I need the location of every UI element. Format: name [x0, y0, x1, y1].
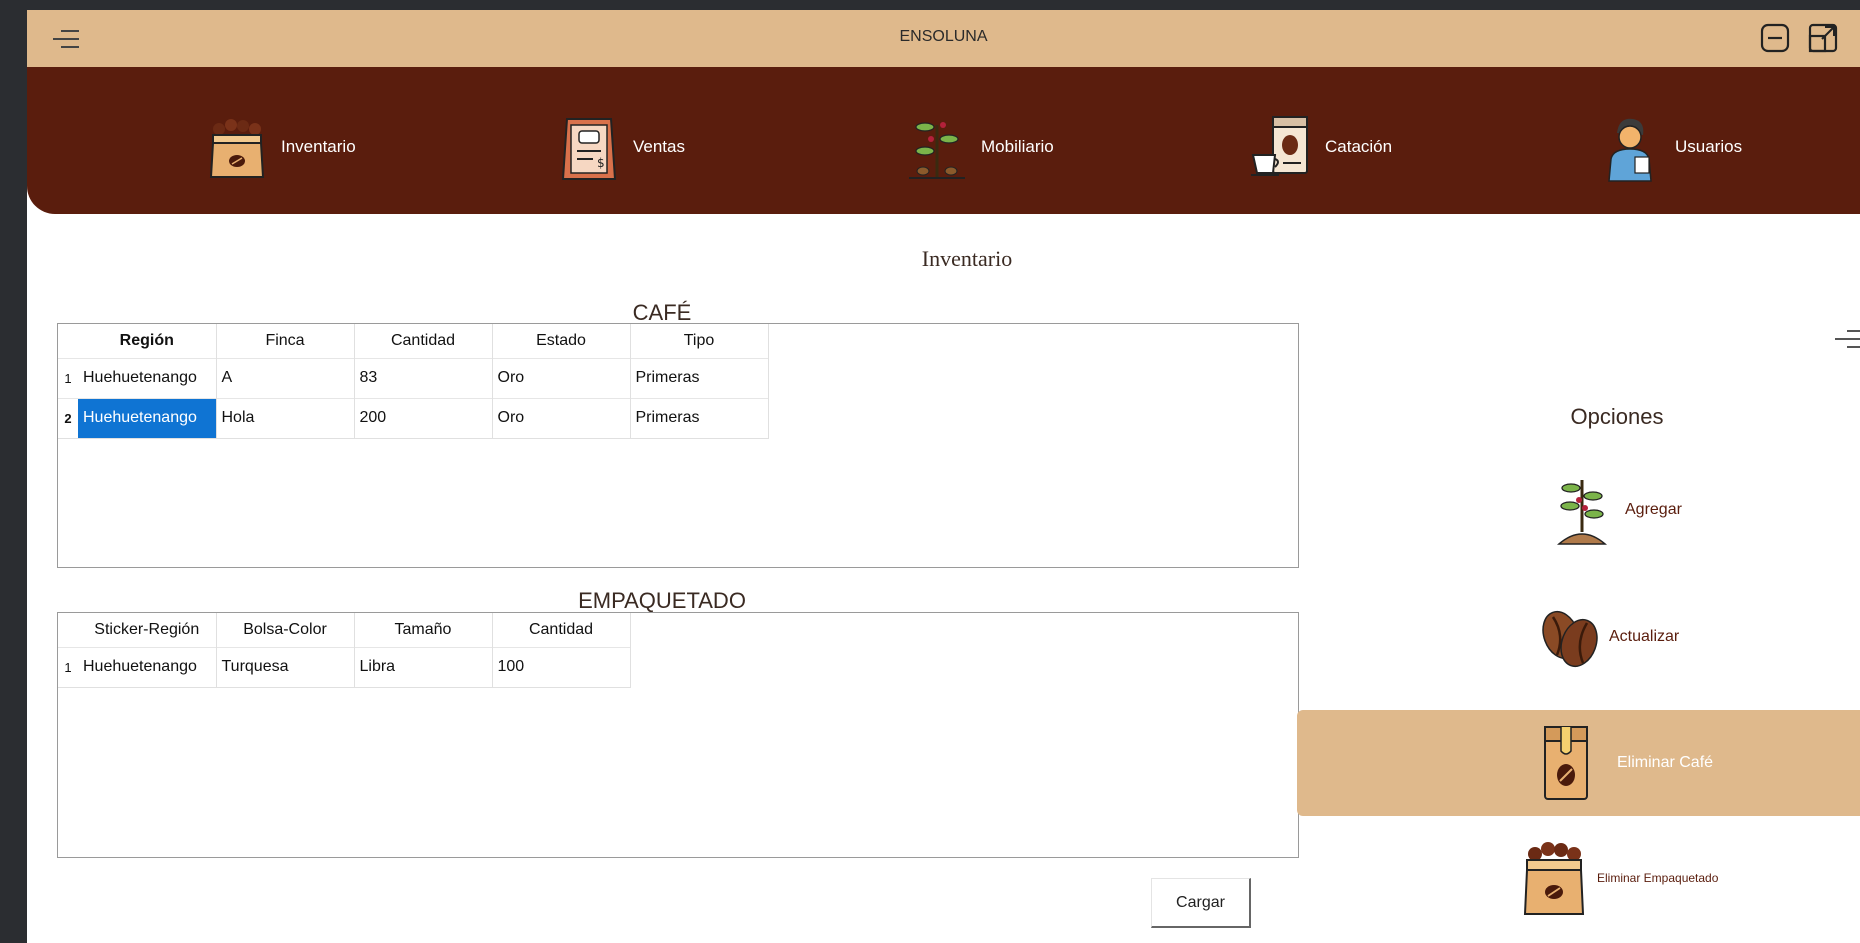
table-cell[interactable]: Primeras — [630, 397, 769, 439]
actualizar-button[interactable]: Actualizar — [1297, 592, 1860, 682]
app-window: ENSOLUNA Inventario $ Ventas Mobiliario … — [27, 10, 1860, 943]
user-icon — [1608, 118, 1652, 182]
table-cell[interactable]: 83 — [354, 357, 493, 398]
column-header-estado[interactable]: Estado — [492, 324, 631, 358]
nav-label: Catación — [1325, 137, 1393, 156]
nav-item-ventas[interactable]: $ Ventas — [557, 107, 685, 187]
option-label: Agregar — [1625, 501, 1682, 518]
table-row[interactable]: 2 Huehuetenango Hola 200 Oro Primeras — [58, 397, 769, 439]
side-panel-toggle-icon[interactable] — [1833, 328, 1860, 350]
title-bar: ENSOLUNA — [27, 10, 1860, 67]
coffee-sack-icon — [209, 119, 265, 178]
table-cell[interactable]: Libra — [354, 646, 493, 688]
eliminar-empaquetado-button[interactable]: Eliminar Empaquetado — [1297, 838, 1860, 918]
table-cell[interactable]: Huehuetenango — [78, 357, 217, 398]
nav-item-inventario[interactable]: Inventario — [205, 107, 356, 187]
option-label: Eliminar Café — [1617, 754, 1714, 771]
row-number[interactable]: 1 — [58, 646, 78, 688]
column-header-cantidad[interactable]: Cantidad — [354, 324, 493, 358]
coffee-plant-icon — [909, 122, 965, 179]
table-cell[interactable]: Huehuetenango — [78, 646, 217, 688]
column-header-sticker-region[interactable]: Sticker-Región — [78, 613, 217, 647]
column-header-cantidad[interactable]: Cantidad — [492, 613, 631, 647]
maximize-icon[interactable] — [1807, 22, 1839, 54]
coffee-beans-icon — [1542, 610, 1598, 668]
table-cell-selected[interactable]: Huehuetenango — [78, 397, 217, 439]
svg-text:$: $ — [597, 156, 605, 170]
table-header-row: Sticker-Región Bolsa-Color Tamaño Cantid… — [58, 613, 631, 647]
table-cell[interactable]: Turquesa — [216, 646, 355, 688]
column-header-region[interactable]: Región — [78, 324, 217, 358]
column-header-tamano[interactable]: Tamaño — [354, 613, 493, 647]
column-header-finca[interactable]: Finca — [216, 324, 355, 358]
coffee-cup-bag-icon — [1251, 116, 1308, 176]
nav-label: Ventas — [633, 137, 685, 156]
nav-label: Usuarios — [1675, 137, 1743, 156]
nav-label: Mobiliario — [981, 137, 1054, 156]
nav-item-mobiliario[interactable]: Mobiliario — [905, 107, 1054, 187]
table-row[interactable]: 1 Huehuetenango Turquesa Libra 100 — [58, 646, 631, 688]
app-title: ENSOLUNA — [899, 28, 988, 45]
coffee-plant-icon — [1556, 480, 1608, 545]
table-cell[interactable]: Hola — [216, 397, 355, 439]
agregar-button[interactable]: Agregar — [1297, 465, 1860, 555]
row-number[interactable]: 2 — [58, 397, 78, 439]
row-number-header — [58, 324, 78, 358]
option-label: Actualizar — [1609, 628, 1680, 645]
minimize-icon[interactable] — [1759, 22, 1791, 54]
coffee-sack-icon — [1523, 842, 1585, 915]
empaquetado-grid: Sticker-Región Bolsa-Color Tamaño Cantid… — [58, 613, 631, 688]
table-cell[interactable]: Primeras — [630, 357, 769, 398]
table-row[interactable]: 1 Huehuetenango A 83 Oro Primeras — [58, 357, 769, 398]
cafe-table[interactable]: Región Finca Cantidad Estado Tipo 1 Hueh… — [57, 323, 1299, 568]
menu-board-icon: $ — [561, 118, 617, 180]
row-number-header — [58, 613, 78, 647]
empaquetado-table[interactable]: Sticker-Región Bolsa-Color Tamaño Cantid… — [57, 612, 1299, 858]
nav-item-usuarios[interactable]: Usuarios — [1599, 107, 1742, 187]
main-nav: Inventario $ Ventas Mobiliario Catación … — [27, 67, 1860, 214]
table-cell[interactable]: A — [216, 357, 355, 398]
coffee-bag-icon — [1544, 726, 1588, 800]
table-cell[interactable]: Oro — [492, 397, 631, 439]
cargar-button[interactable]: Cargar — [1151, 878, 1251, 928]
options-title: Opciones — [1570, 404, 1664, 429]
table-cell[interactable]: Oro — [492, 357, 631, 398]
table-cell[interactable]: 200 — [354, 397, 493, 439]
empaquetado-section-title: EMPAQUETADO — [578, 588, 746, 613]
row-number[interactable]: 1 — [58, 357, 78, 398]
option-label: Eliminar Empaquetado — [1597, 871, 1719, 885]
nav-label: Inventario — [281, 137, 356, 156]
table-header-row: Región Finca Cantidad Estado Tipo — [58, 324, 769, 358]
page-title: Inventario — [921, 246, 1013, 271]
column-header-bolsa-color[interactable]: Bolsa-Color — [216, 613, 355, 647]
nav-item-catacion[interactable]: Catación — [1249, 107, 1392, 187]
table-cell[interactable]: 100 — [492, 646, 631, 688]
column-header-tipo[interactable]: Tipo — [630, 324, 769, 358]
eliminar-cafe-button[interactable]: Eliminar Café — [1297, 710, 1860, 816]
cafe-grid: Región Finca Cantidad Estado Tipo 1 Hueh… — [58, 324, 769, 439]
